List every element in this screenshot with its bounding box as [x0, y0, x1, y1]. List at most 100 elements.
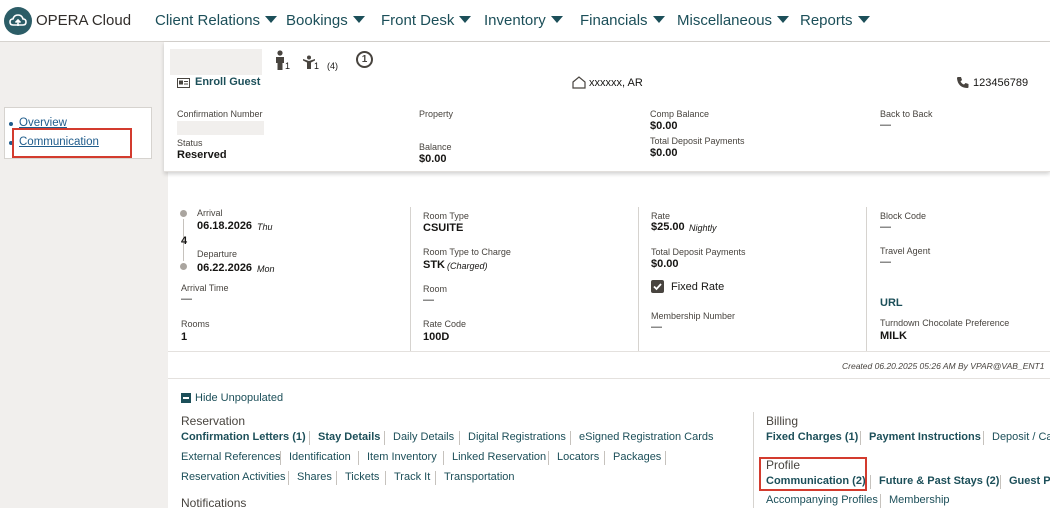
link-confirmation-letters[interactable]: Confirmation Letters (1) [181, 431, 306, 443]
link-stay-details[interactable]: Stay Details [318, 431, 380, 443]
link-digital-registrations[interactable]: Digital Registrations [468, 431, 566, 443]
back-to-back-value: — [880, 119, 891, 131]
link-guest-preferences[interactable]: Guest Pr [1009, 475, 1050, 487]
rooms-value: 1 [181, 331, 188, 343]
opera-cloud-logo-icon[interactable] [4, 7, 32, 35]
link-locators[interactable]: Locators [557, 451, 599, 463]
separator [1000, 475, 1001, 489]
balance-value: $0.00 [419, 153, 447, 165]
detail-deposit-value: $0.00 [651, 258, 679, 270]
separator [336, 471, 337, 485]
details-divider [168, 351, 1050, 352]
nav-inventory[interactable]: Inventory [484, 12, 563, 29]
hide-unpopulated-link[interactable]: Hide Unpopulated [195, 392, 283, 404]
link-payment-instructions[interactable]: Payment Instructions [869, 431, 981, 443]
link-tickets[interactable]: Tickets [345, 471, 379, 483]
rate-code-value: 100D [423, 331, 450, 343]
rooms-label: Rooms [181, 319, 210, 329]
brand-name: OPERA Cloud [36, 12, 132, 29]
departure-date: 06.22.2026 [197, 262, 253, 274]
phone-icon [957, 77, 969, 88]
link-esigned-registration-cards[interactable]: eSigned Registration Cards [579, 431, 714, 443]
separator [983, 431, 984, 445]
enroll-guest-link[interactable]: Enroll Guest [195, 76, 260, 88]
column-divider [638, 207, 639, 351]
nav-bookings[interactable]: Bookings [286, 12, 365, 29]
separator [860, 431, 861, 445]
turndown-value: MILK [880, 330, 907, 342]
detail-deposit-label: Total Deposit Payments [651, 247, 746, 257]
separator [604, 451, 605, 465]
column-divider [866, 207, 867, 351]
separator [548, 451, 549, 465]
departure-dot-icon [180, 263, 187, 270]
chevron-down-icon [777, 16, 790, 23]
highlight-box [12, 128, 132, 158]
url-link[interactable]: URL [880, 297, 903, 309]
departure-label: Departure [197, 249, 238, 259]
link-accompanying-profiles[interactable]: Accompanying Profiles [766, 494, 878, 506]
child-extra-count: (4) [327, 61, 338, 71]
link-identification[interactable]: Identification [289, 451, 351, 463]
chevron-down-icon [652, 16, 665, 23]
link-shares[interactable]: Shares [297, 471, 332, 483]
arrival-time-label: Arrival Time [181, 283, 229, 293]
separator [880, 494, 881, 508]
room-label: Room [423, 284, 448, 294]
separator [570, 431, 571, 445]
room-type-to-charge-value: STK [423, 259, 445, 271]
nav-client-relations[interactable]: Client Relations [155, 12, 278, 29]
rate-note: Nightly [689, 223, 717, 233]
nav-reports[interactable]: Reports [800, 12, 870, 29]
arrival-date: 06.18.2026 [197, 220, 253, 232]
top-bar: OPERA Cloud Client Relations Bookings Fr… [0, 0, 1050, 42]
link-track-it[interactable]: Track It [394, 471, 430, 483]
home-icon [572, 76, 586, 89]
room-value: — [423, 294, 434, 306]
nav-financials[interactable]: Financials [580, 12, 665, 29]
link-item-inventory[interactable]: Item Inventory [367, 451, 437, 463]
link-external-references[interactable]: External References [181, 451, 281, 463]
back-to-back-label: Back to Back [880, 109, 933, 119]
separator [280, 451, 281, 465]
nav-front-desk[interactable]: Front Desk [381, 12, 472, 29]
link-reservation-activities[interactable]: Reservation Activities [181, 471, 286, 483]
guest-address: xxxxxx, AR [589, 77, 643, 89]
guest-name-placeholder [170, 49, 262, 75]
link-deposit-cancellation[interactable]: Deposit / Ca [992, 431, 1050, 443]
status-value: Reserved [177, 149, 227, 161]
link-linked-reservation[interactable]: Linked Reservation [452, 451, 546, 463]
arrival-dot-icon [180, 210, 187, 217]
checkmark-icon [653, 283, 662, 291]
collapse-icon[interactable] [181, 393, 191, 403]
separator [870, 475, 871, 489]
fixed-rate-label: Fixed Rate [671, 281, 725, 293]
room-type-label: Room Type [423, 211, 469, 221]
link-membership[interactable]: Membership [889, 494, 950, 506]
bullet-icon [9, 122, 13, 126]
arrival-day: Thu [257, 222, 273, 232]
arrival-time-value: — [181, 293, 192, 305]
link-daily-details[interactable]: Daily Details [393, 431, 454, 443]
info-badge[interactable]: 1 [356, 51, 373, 68]
nav-miscellaneous[interactable]: Miscellaneous [677, 12, 790, 29]
link-transportation[interactable]: Transportation [444, 471, 515, 483]
link-future-past-stays[interactable]: Future & Past Stays (2) [879, 475, 999, 487]
balance-label: Balance [419, 142, 452, 152]
fixed-rate-checkbox[interactable] [651, 280, 664, 293]
column-divider [410, 207, 411, 351]
block-code-label: Block Code [880, 211, 927, 221]
arrival-label: Arrival [197, 208, 223, 218]
membership-number-value: — [651, 321, 662, 333]
notifications-section-title: Notifications [181, 496, 247, 508]
link-packages[interactable]: Packages [613, 451, 661, 463]
billing-section-title: Billing [766, 414, 799, 428]
nights-count: 4 [181, 235, 188, 247]
highlight-box [759, 457, 867, 491]
separator [288, 471, 289, 485]
created-info: Created 06.20.2025 05:26 AM By VPAR@VAB_… [842, 361, 1045, 371]
created-divider [168, 378, 1050, 379]
travel-agent-label: Travel Agent [880, 246, 931, 256]
guest-phone: 123456789 [973, 77, 1029, 89]
link-fixed-charges[interactable]: Fixed Charges (1) [766, 431, 858, 443]
